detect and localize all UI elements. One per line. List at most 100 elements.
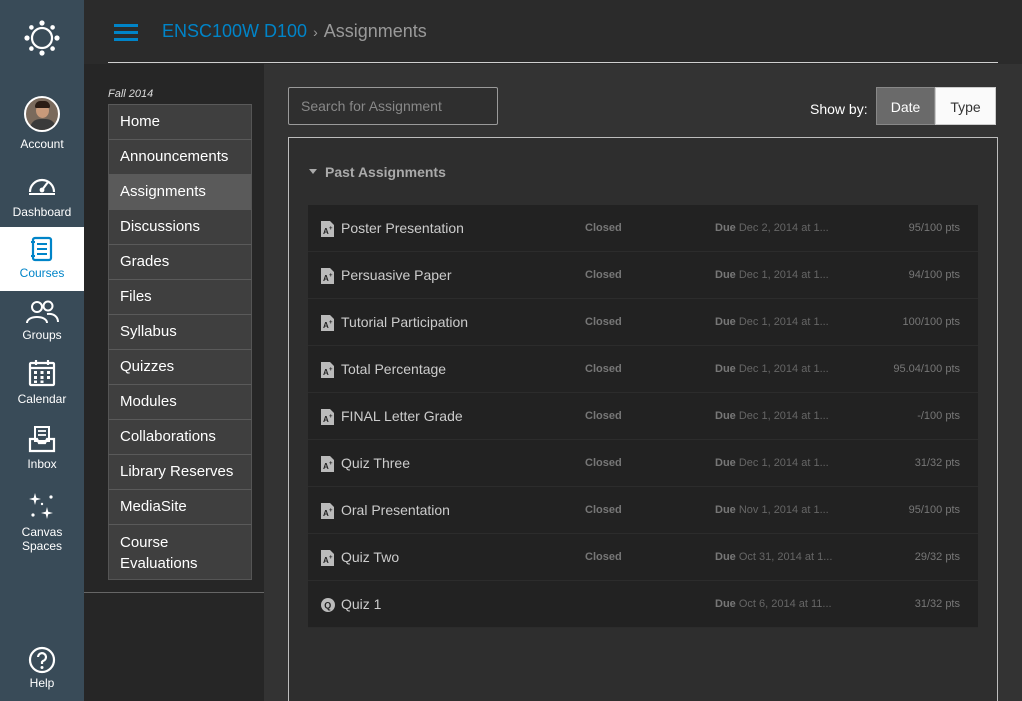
course-nav-discussions[interactable]: Discussions [108,209,252,244]
due-value: Dec 1, 2014 at 1... [738,410,829,422]
assignment-group-header[interactable]: Past Assignments [309,164,446,180]
assignment-name[interactable]: Quiz Three [341,455,410,471]
nav-label: Calendar [17,392,67,406]
assignment-row[interactable]: A + Oral Presentation Closed Due Nov 1, 2… [308,487,978,534]
assignment-points: 29/32 pts [914,551,960,563]
assignment-name[interactable]: Quiz Two [341,549,399,565]
assignment-due-date: Due Dec 1, 2014 at 1... [715,269,829,281]
search-input[interactable] [288,87,498,125]
assignment-name[interactable]: Persuasive Paper [341,267,452,283]
due-value: Dec 1, 2014 at 1... [738,457,829,469]
nav-canvas-spaces[interactable]: Canvas Spaces [0,491,84,553]
course-nav-library-reserves[interactable]: Library Reserves [108,454,252,489]
nav-groups[interactable]: Groups [0,299,84,342]
nav-calendar[interactable]: Calendar [0,359,84,406]
assignment-points: 31/32 pts [914,598,960,610]
due-prefix: Due [715,410,736,422]
assignment-due-date: Due Oct 6, 2014 at 11... [715,598,832,610]
assignment-row[interactable]: A + Poster Presentation Closed Due Dec 2,… [308,205,978,252]
assignment-status: Closed [585,457,622,469]
assignment-name[interactable]: Total Percentage [341,361,446,377]
assignment-points: 95/100 pts [908,222,960,234]
header-divider [108,62,998,63]
course-nav-modules[interactable]: Modules [108,384,252,419]
assignment-due-date: Due Dec 1, 2014 at 1... [715,457,829,469]
assignment-name[interactable]: Oral Presentation [341,502,450,518]
canvas-logo-icon[interactable] [22,18,62,58]
svg-text:+: + [329,320,333,326]
svg-text:+: + [329,555,333,561]
course-nav-syllabus[interactable]: Syllabus [108,314,252,349]
course-nav-quizzes[interactable]: Quizzes [108,349,252,384]
assignment-row[interactable]: A + Persuasive Paper Closed Due Dec 1, 20… [308,252,978,299]
quiz-icon: Q [321,598,335,614]
page-header: ENSC100W D100 › Assignments [84,0,1022,64]
assignment-row[interactable]: A + Tutorial Participation Closed Due Dec… [308,299,978,346]
course-nav-announcements[interactable]: Announcements [108,139,252,174]
due-value: Dec 1, 2014 at 1... [738,269,829,281]
due-value: Dec 2, 2014 at 1... [738,222,829,234]
nav-courses[interactable]: Courses [0,227,84,291]
svg-text:+: + [329,367,333,373]
assignment-status: Closed [585,410,622,422]
course-nav-course-evaluations[interactable]: Course Evaluations [108,524,252,580]
show-by-date-button[interactable]: Date [876,87,935,125]
course-nav-mediasite[interactable]: MediaSite [108,489,252,524]
assignment-row[interactable]: A + FINAL Letter Grade Closed Due Dec 1, … [308,393,978,440]
due-prefix: Due [715,269,736,281]
assignment-icon: A + [321,362,334,378]
assignment-status: Closed [585,316,622,328]
global-navigation: Account Dashboard Courses Groups Calenda… [0,0,84,701]
nav-label: Courses [19,266,65,280]
nav-inbox[interactable]: Inbox [0,425,84,471]
due-value: Dec 1, 2014 at 1... [738,363,829,375]
nav-help[interactable]: Help [0,646,84,690]
caret-down-icon [309,169,317,174]
groups-icon [26,300,59,324]
assignment-row[interactable]: A + Quiz Three Closed Due Dec 1, 2014 at … [308,440,978,487]
course-nav-grades[interactable]: Grades [108,244,252,279]
svg-text:+: + [329,226,333,232]
due-prefix: Due [715,598,736,610]
breadcrumb: ENSC100W D100 › Assignments [162,21,427,42]
breadcrumb-course-link[interactable]: ENSC100W D100 [162,21,307,41]
assignment-row[interactable]: Q Quiz 1 Due Oct 6, 2014 at 11... 31/32 … [308,581,978,628]
show-by-type-button[interactable]: Type [935,87,996,125]
nav-label: Canvas Spaces [21,525,63,553]
due-prefix: Due [715,551,736,563]
assignment-row[interactable]: A + Quiz Two Closed Due Oct 31, 2014 at 1… [308,534,978,581]
inbox-icon [28,426,56,453]
assignment-icon: A + [321,268,334,284]
course-nav-home[interactable]: Home [108,104,252,139]
nav-account[interactable]: Account [0,96,84,151]
assignment-name[interactable]: FINAL Letter Grade [341,408,463,424]
nav-dashboard[interactable]: Dashboard [0,172,84,219]
show-by-toggle: Date Type [876,87,996,125]
menu-toggle-icon[interactable] [114,24,138,41]
nav-label: Inbox [27,457,57,471]
nav-label: Dashboard [12,205,72,219]
assignment-points: 100/100 pts [902,316,961,328]
assignment-row[interactable]: A + Total Percentage Closed Due Dec 1, 20… [308,346,978,393]
assignment-name[interactable]: Poster Presentation [341,220,464,236]
show-by-label: Show by: [810,101,868,117]
assignment-icon: A + [321,503,334,519]
assignment-due-date: Due Dec 1, 2014 at 1... [715,363,829,375]
assignment-points: 31/32 pts [914,457,960,469]
svg-text:Q: Q [324,601,331,611]
course-nav-files[interactable]: Files [108,279,252,314]
assignment-points: -/100 pts [917,410,960,422]
assignment-points: 95.04/100 pts [893,363,960,375]
assignment-name[interactable]: Quiz 1 [341,596,381,612]
course-navigation: Fall 2014 Home Announcements Assignments… [84,64,264,701]
assignment-name[interactable]: Tutorial Participation [341,314,468,330]
due-value: Oct 6, 2014 at 11... [738,598,832,610]
avatar [24,96,60,132]
course-nav-assignments[interactable]: Assignments [108,174,252,209]
due-prefix: Due [715,222,736,234]
assignment-group-title: Past Assignments [325,164,446,180]
assignment-points: 95/100 pts [908,504,960,516]
course-nav-list: Home Announcements Assignments Discussio… [108,104,252,580]
assignment-points: 94/100 pts [908,269,960,281]
course-nav-collaborations[interactable]: Collaborations [108,419,252,454]
